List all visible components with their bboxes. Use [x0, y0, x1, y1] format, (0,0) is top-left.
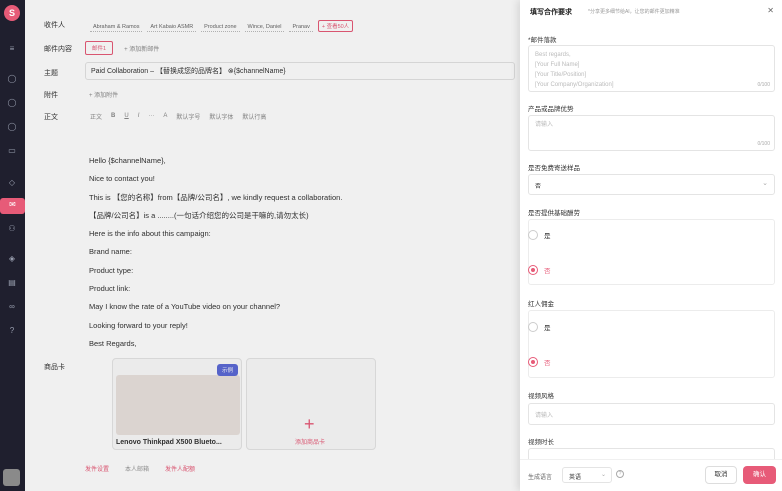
option-label: 否 — [544, 268, 551, 275]
language-select[interactable]: 英语 ⌄ — [562, 467, 612, 483]
left-nav: S ≡ ◯ ◯ ◯ ▭ ◇ ✉ ⚇ ◈ ▤ ∞ ? — [0, 0, 25, 491]
help-icon[interactable]: ? — [5, 324, 19, 338]
option-label: 否 — [544, 360, 551, 367]
radio-selected-icon — [528, 357, 538, 367]
mail-icon[interactable]: ✉ — [0, 198, 25, 214]
app-logo[interactable]: S — [4, 5, 20, 21]
base-fee-option-yes[interactable]: 是 — [528, 230, 551, 240]
link-icon[interactable]: ∞ — [5, 300, 19, 314]
commission-option-no[interactable]: 否 — [528, 357, 551, 367]
signature-count: 0/100 — [757, 82, 770, 88]
drawer-subtitle: *分享更多细节给AI，让您的邮件更加精准 — [588, 9, 680, 15]
radio-selected-icon — [528, 265, 538, 275]
drawer-title: 填写合作要求 — [530, 9, 572, 16]
cooperation-requirements-drawer: 填写合作要求 *分享更多细节给AI，让您的邮件更加精准 ✕ *邮件落款 Best… — [520, 0, 782, 491]
drawer-footer: 生成语言 英语 ⌄ ? 取消 确认 — [520, 459, 782, 491]
base-fee-radio-group — [528, 219, 775, 285]
product-advantage-count: 0/100 — [757, 141, 770, 147]
menu-icon[interactable]: ≡ — [5, 42, 19, 56]
video-style-label: 视频风格 — [528, 393, 554, 400]
group-icon[interactable]: ⚇ — [5, 222, 19, 236]
commission-option-yes[interactable]: 是 — [528, 322, 551, 332]
base-fee-label: 是否提供基础酬劳 — [528, 210, 580, 217]
radio-icon — [528, 322, 538, 332]
close-icon[interactable]: ✕ — [767, 6, 774, 15]
cube-icon[interactable]: ◇ — [5, 176, 19, 190]
signature-placeholder: Best regards, [Your Full Name] [Your Tit… — [535, 52, 614, 88]
product-advantage-label: 产品或品牌优势 — [528, 106, 574, 113]
chevron-down-icon: ⌄ — [762, 180, 768, 187]
avatar[interactable] — [3, 469, 20, 486]
free-sample-value: 否 — [535, 184, 542, 190]
cancel-button[interactable]: 取消 — [705, 466, 737, 484]
chart-icon[interactable]: ▤ — [5, 276, 19, 290]
diamond-icon[interactable]: ◈ — [5, 252, 19, 266]
video-style-placeholder: 请输入 — [535, 413, 554, 419]
help-icon[interactable]: ? — [616, 470, 624, 478]
product-advantage-placeholder: 请输入 — [535, 122, 554, 128]
option-label: 是 — [544, 325, 551, 332]
person-icon[interactable]: ◯ — [5, 120, 19, 134]
video-style-input[interactable]: 请输入 — [528, 403, 775, 425]
signature-textarea[interactable]: Best regards, [Your Full Name] [Your Tit… — [528, 45, 775, 92]
commission-radio-group — [528, 310, 775, 378]
language-label: 生成语言 — [528, 475, 553, 481]
base-fee-option-no[interactable]: 否 — [528, 265, 551, 275]
free-sample-label: 是否免费寄送样品 — [528, 165, 580, 172]
option-label: 是 — [544, 233, 551, 240]
language-value: 英语 — [569, 475, 582, 481]
free-sample-select[interactable]: 否 ⌄ — [528, 174, 775, 195]
product-advantage-textarea[interactable]: 请输入 0/100 — [528, 115, 775, 151]
confirm-button[interactable]: 确认 — [743, 466, 776, 484]
users-icon[interactable]: ◯ — [5, 96, 19, 110]
modal-overlay[interactable] — [25, 0, 520, 491]
commission-label: 红人佣金 — [528, 301, 554, 308]
wallet-icon[interactable]: ▭ — [5, 144, 19, 158]
radio-icon — [528, 230, 538, 240]
video-length-label: 视频时长 — [528, 439, 554, 446]
chevron-down-icon: ⌄ — [600, 472, 606, 478]
user-icon[interactable]: ◯ — [5, 72, 19, 86]
signature-label: *邮件落款 — [528, 37, 557, 44]
